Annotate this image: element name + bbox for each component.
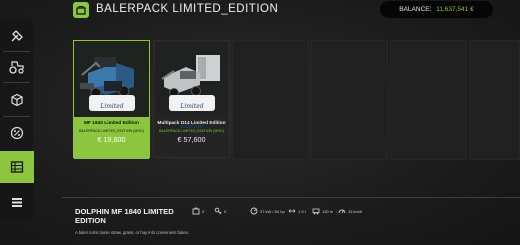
item-category: BALERPACK LIMITED_EDITION (MOD) [79,129,144,133]
balance-display: BALANCE: 11,637,541 € [380,1,493,18]
item-price: € 57,600 [177,135,206,144]
limited-edition-badge: Limited Edition [89,95,135,130]
empty-slot [469,40,520,160]
details-description: A baler turns loose straw, grass, or hay… [75,230,189,235]
capacity-icon [192,207,200,215]
box-icon[interactable] [3,86,31,114]
sidebar-divider [3,82,30,83]
spec-key: 0 [214,207,226,215]
category-sidebar [0,20,34,220]
stack-icon[interactable] [3,188,31,216]
shop-grid-icon[interactable] [0,151,34,183]
empty-slot [311,40,388,160]
details-title: DOLPHIN MF 1840 LIMITED EDITION [75,207,174,225]
details-divider [62,197,520,198]
empty-slot [232,40,309,160]
sidebar-divider [3,116,30,117]
spec-length: 130 m [312,207,333,215]
item-category: BALERPACK LIMITED_EDITION (MOD) [159,129,224,133]
tools-icon[interactable] [3,22,31,50]
item-price: € 19,800 [97,135,126,144]
spec-capacity: 0 [192,207,204,215]
spec-value: 1.9 t [298,208,306,214]
balance-label: BALANCE: [399,6,432,13]
spec-value: 0 [224,208,227,214]
shop-item-card[interactable]: Limited Edition MF 1840 Limited Edition … [73,40,150,159]
trailer-icon [312,207,320,215]
shop-item-card[interactable]: Limited Edition Multipack D14 Limited Ed… [153,40,230,158]
card-footer: Multipack D14 Limited Edition BALERPACK … [154,117,229,159]
baler-image: Limited Edition [156,43,227,130]
shop-logo-icon [73,2,89,18]
spec-value: 37 kW / 50 hp [260,208,285,214]
tractor-icon[interactable] [3,53,31,81]
spec-value: 15 km/h [348,208,363,214]
spec-weight: 1.9 t [288,207,306,215]
balance-amount: 11,637,541 € [436,6,474,13]
item-name: Multipack D14 Limited Edition [157,121,226,126]
power-icon [250,207,258,215]
spec-speed: 15 km/h [338,207,362,215]
discount-icon[interactable] [3,119,31,147]
speed-icon [338,207,346,215]
empty-slot [390,40,467,160]
baler-image: Limited Edition [76,43,147,130]
spec-value: 130 m [322,208,334,214]
item-name: MF 1840 Limited Edition [84,121,139,126]
sidebar-divider [3,51,30,52]
key-icon [214,207,222,215]
card-footer: MF 1840 Limited Edition BALERPACK LIMITE… [74,117,149,159]
limited-edition-badge: Limited Edition [169,95,215,130]
page-title: BALERPACK LIMITED_EDITION [96,3,279,15]
spec-power: 37 kW / 50 hp [250,207,285,215]
spec-value: 0 [202,208,205,214]
width-icon [288,207,296,215]
